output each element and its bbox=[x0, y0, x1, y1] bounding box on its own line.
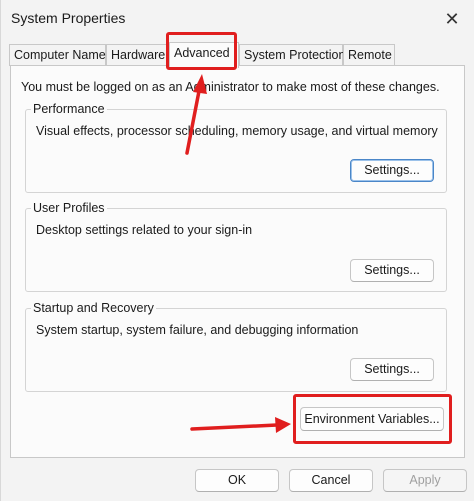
user-profiles-group: User Profiles Desktop settings related t… bbox=[25, 201, 447, 292]
performance-group: Performance Visual effects, processor sc… bbox=[25, 102, 447, 193]
tab-label: Computer Name bbox=[14, 48, 106, 62]
ok-button[interactable]: OK bbox=[195, 469, 279, 492]
tab-strip: Computer Name Hardware Advanced System P… bbox=[9, 42, 469, 68]
performance-settings-button[interactable]: Settings... bbox=[350, 159, 434, 182]
dialog-footer: OK Cancel Apply bbox=[1, 458, 474, 501]
apply-button: Apply bbox=[383, 469, 467, 492]
tab-label: System Protection bbox=[244, 48, 346, 62]
tab-computer-name[interactable]: Computer Name bbox=[9, 44, 106, 66]
environment-variables-button[interactable]: Environment Variables... bbox=[300, 407, 444, 431]
startup-recovery-settings-button[interactable]: Settings... bbox=[350, 358, 434, 381]
tab-remote[interactable]: Remote bbox=[343, 44, 395, 66]
close-button[interactable]: ✕ bbox=[429, 0, 474, 38]
user-profiles-settings-button[interactable]: Settings... bbox=[350, 259, 434, 282]
tab-system-protection[interactable]: System Protection bbox=[239, 44, 346, 66]
performance-description: Visual effects, processor scheduling, me… bbox=[36, 124, 438, 138]
user-profiles-title: User Profiles bbox=[31, 201, 107, 215]
startup-recovery-description: System startup, system failure, and debu… bbox=[36, 323, 359, 337]
startup-recovery-group: Startup and Recovery System startup, sys… bbox=[25, 301, 447, 392]
close-icon: ✕ bbox=[444, 8, 460, 29]
performance-title: Performance bbox=[31, 102, 107, 116]
window-title: System Properties bbox=[11, 10, 126, 26]
system-properties-window: System Properties ✕ Computer Name Hardwa… bbox=[0, 0, 474, 501]
tab-label: Hardware bbox=[111, 48, 166, 62]
user-profiles-description: Desktop settings related to your sign-in bbox=[36, 223, 253, 237]
admin-note: You must be logged on as an Administrato… bbox=[21, 80, 440, 94]
cancel-button[interactable]: Cancel bbox=[289, 469, 373, 492]
tab-hardware[interactable]: Hardware bbox=[106, 44, 168, 66]
tab-advanced[interactable]: Advanced bbox=[169, 42, 239, 68]
tab-label: Advanced bbox=[174, 46, 230, 60]
title-bar: System Properties ✕ bbox=[1, 0, 474, 38]
startup-recovery-title: Startup and Recovery bbox=[31, 301, 156, 315]
tab-label: Remote bbox=[348, 48, 392, 62]
